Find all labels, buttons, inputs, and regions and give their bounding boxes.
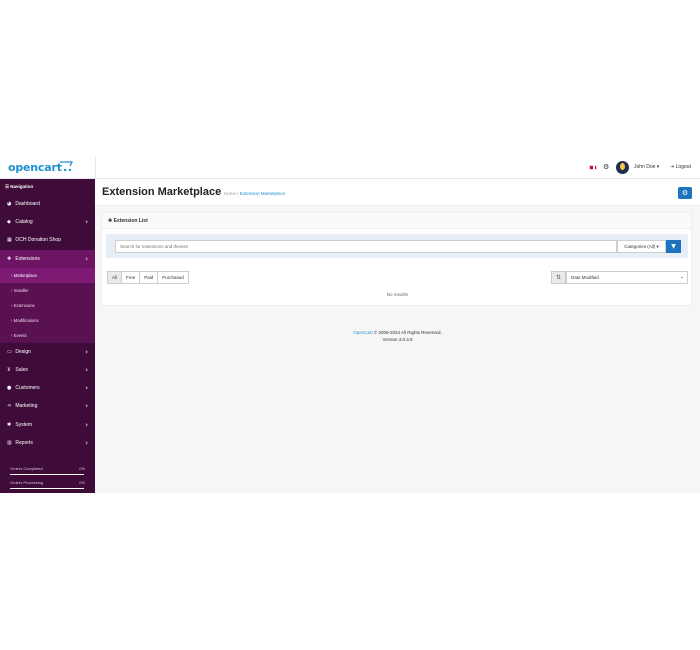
sidebar-item-system[interactable]: ✱ System › — [0, 416, 95, 434]
tab-purchased[interactable]: Purchased — [157, 271, 189, 284]
orders-completed-progress: Orders Completed 0% — [7, 464, 87, 476]
sidebar-item-label: Reports — [15, 439, 33, 446]
sidebar-item-reports[interactable]: ▥ Reports › — [0, 434, 95, 452]
share-icon: ⋖ — [7, 403, 12, 410]
user-icon: ● — [7, 385, 12, 392]
progress-value: 0% — [79, 466, 85, 471]
footer-copyright-line: OpenCart © 2009-2024 All Rights Reserved… — [95, 329, 700, 336]
tab-all[interactable]: All — [107, 271, 123, 284]
cart-logo-icon — [60, 161, 74, 172]
categories-dropdown[interactable]: Categories (All) ▾ — [617, 240, 666, 253]
sidebar-item-dashboard[interactable]: ◕ Dashboard — [0, 195, 95, 213]
shop-icon: ▦ — [7, 237, 12, 244]
sidebar-item-label: Dashboard — [15, 201, 40, 207]
sidebar-item-label: Customers — [15, 385, 40, 392]
page-header: Extension Marketplace Home / Extension M… — [95, 179, 700, 206]
price-filter-tabs: All Free Paid Purchased — [107, 271, 189, 284]
panel-title: ✚ Extension List — [102, 213, 691, 229]
no-results-message: No results! — [386, 292, 409, 297]
sidebar-item-label: Design — [15, 348, 31, 355]
search-bar: Categories (All) ▾ ▼ — [106, 234, 688, 258]
bar-chart-icon: ▥ — [7, 439, 12, 446]
extension-list-panel: ✚ Extension List Categories (All) ▾ ▼ Al… — [101, 212, 692, 306]
filter-icon: ▼ — [671, 243, 676, 250]
sidebar-subitem-marketplace[interactable]: › Marketplace — [0, 267, 95, 283]
copyright-text: © 2009-2024 All Rights Reserved. — [372, 330, 442, 335]
app-frame: opencart ⚙ John Doe ▾ ⇥ Logout ☰ Navigat… — [0, 157, 700, 493]
progress-value: 0% — [79, 480, 85, 485]
sidebar-item-catalog[interactable]: ◆ Catalog › — [0, 213, 95, 231]
cog-icon: ✱ — [7, 421, 12, 428]
language-flag-icon[interactable] — [589, 165, 597, 170]
progress-track — [10, 488, 84, 489]
sidebar-item-label: System — [15, 421, 33, 428]
search-input[interactable] — [115, 240, 617, 253]
chevron-right-icon: › — [85, 402, 88, 411]
chevron-right-icon: › — [85, 365, 88, 374]
navigation-title: ☰ Navigation — [5, 184, 34, 189]
sidebar-item-sales[interactable]: ⊻ Sales › — [0, 361, 95, 379]
chevron-right-icon: › — [85, 438, 88, 447]
tag-icon: ◆ — [7, 219, 11, 226]
version-text: Version 3.0.3.8 — [382, 337, 413, 342]
sidebar-item-label: Catalog — [15, 219, 33, 226]
sidebar-item-label: OCH Donation Shop — [15, 237, 61, 244]
sort-icon: ⇅ — [551, 271, 566, 284]
opencart-logo[interactable]: opencart — [8, 161, 62, 174]
filter-button[interactable]: ▼ — [666, 240, 681, 253]
sidebar: ☰ Navigation ◕ Dashboard ◆ Catalog › ▦ O… — [0, 179, 95, 493]
gear-icon: ⚙ — [681, 189, 689, 197]
top-header: opencart ⚙ John Doe ▾ ⇥ Logout — [0, 157, 700, 179]
sidebar-item-marketing[interactable]: ⋖ Marketing › — [0, 397, 95, 415]
chevron-right-icon: › — [85, 347, 88, 356]
progress-label: Orders Completed — [10, 466, 43, 471]
chevron-right-icon: › — [85, 218, 88, 227]
sidebar-item-donation-shop[interactable]: ▦ OCH Donation Shop — [0, 231, 95, 249]
sidebar-item-design[interactable]: ▭ Design › — [0, 343, 95, 361]
cart-icon: ⊻ — [7, 366, 11, 373]
breadcrumb-current[interactable]: Extension Marketplace — [240, 191, 286, 196]
tab-free[interactable]: Free — [121, 271, 141, 284]
extensions-submenu: › Marketplace › Installer › Extensions ›… — [0, 267, 95, 343]
breadcrumb-home[interactable]: Home — [224, 191, 236, 196]
progress-label: Orders Processing — [10, 480, 44, 485]
avatar[interactable] — [616, 161, 629, 174]
sidebar-subitem-extensions[interactable]: › Extensions — [0, 298, 95, 313]
chevron-down-icon: ⌄ — [679, 274, 684, 280]
sidebar-subitem-modifications[interactable]: › Modifications — [0, 313, 95, 328]
sidebar-item-extensions[interactable]: ✚ Extensions › — [0, 249, 95, 268]
sidebar-subitem-installer[interactable]: › Installer — [0, 283, 95, 298]
user-menu[interactable]: John Doe ▾ — [634, 164, 659, 170]
breadcrumb: Home / Extension Marketplace — [224, 191, 285, 196]
sort-select[interactable]: Date Modified ⌄ — [566, 271, 688, 284]
monitor-icon: ▭ — [7, 348, 12, 355]
sidebar-item-label: Sales — [15, 366, 28, 373]
page-title: Extension Marketplace — [102, 186, 222, 198]
dashboard-icon: ◕ — [7, 201, 12, 207]
logout-link[interactable]: ⇥ Logout — [670, 164, 691, 170]
main-content: Extension Marketplace Home / Extension M… — [95, 179, 700, 493]
gear-icon[interactable]: ⚙ — [603, 163, 609, 171]
sort-select-value: Date Modified — [571, 275, 599, 280]
sidebar-item-label: Extensions — [15, 255, 40, 262]
orders-processing-progress: Orders Processing 0% — [7, 478, 87, 490]
puzzle-icon: ✚ — [7, 255, 12, 262]
sidebar-item-customers[interactable]: ● Customers › — [0, 379, 95, 397]
opencart-link[interactable]: OpenCart — [353, 330, 373, 335]
progress-track — [10, 474, 84, 475]
header-divider — [95, 157, 96, 179]
sidebar-item-label: Marketing — [15, 403, 38, 410]
sidebar-subitem-events[interactable]: › Events — [0, 328, 95, 343]
tab-paid[interactable]: Paid — [139, 271, 159, 284]
footer: OpenCart © 2009-2024 All Rights Reserved… — [95, 329, 700, 343]
chevron-right-icon: › — [85, 384, 88, 393]
settings-button[interactable]: ⚙ — [678, 187, 692, 199]
chevron-down-icon: › — [85, 254, 88, 263]
chevron-right-icon: › — [85, 420, 88, 429]
